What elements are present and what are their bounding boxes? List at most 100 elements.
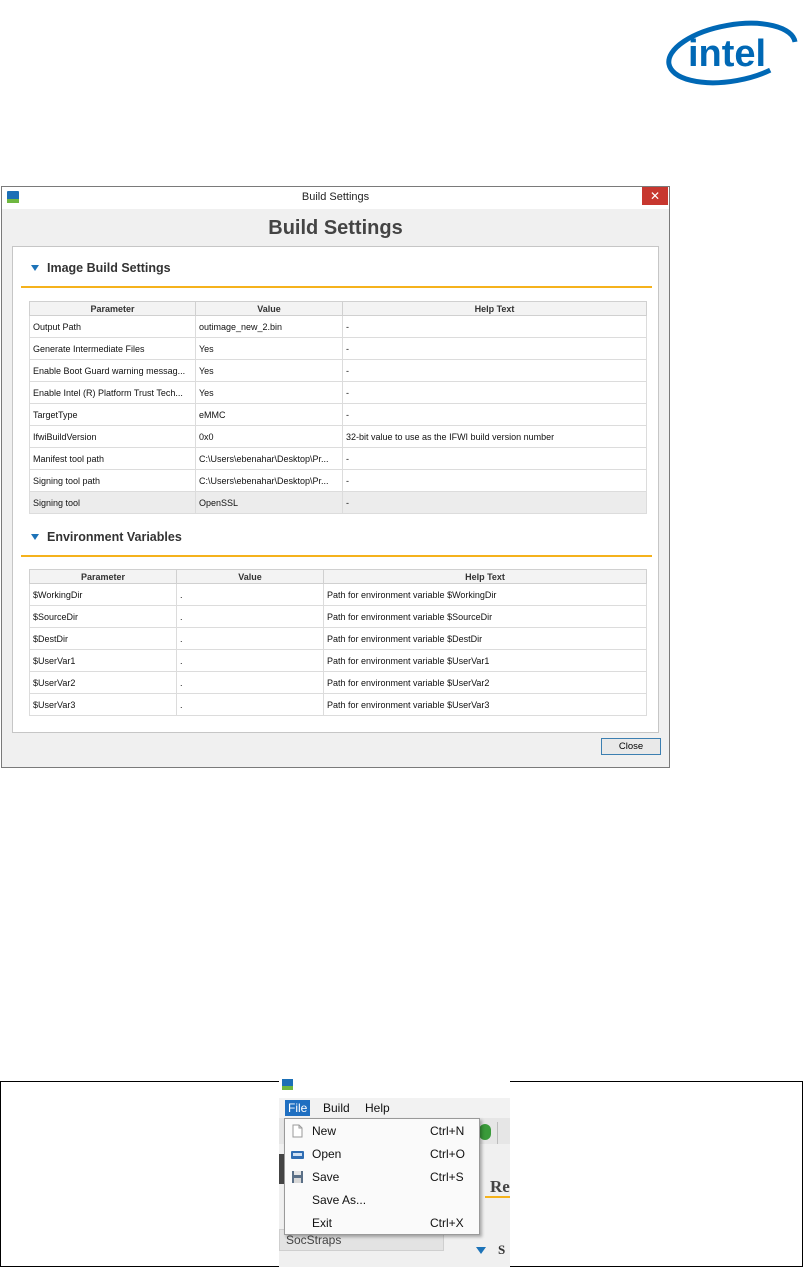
section-title: Environment Variables <box>47 530 182 544</box>
parameter-cell: Manifest tool path <box>29 447 196 470</box>
menu-item-shortcut: Ctrl+N <box>430 1124 465 1138</box>
table-header-row: Parameter Value Help Text <box>29 569 647 584</box>
column-header[interactable]: Parameter <box>29 301 196 316</box>
file-menu-screenshot: Re SocStraps S File Build Help New Ctrl+… <box>279 1074 510 1267</box>
section-divider <box>21 555 652 557</box>
parameter-cell: Signing tool path <box>29 469 196 492</box>
window-title: Build Settings <box>301 191 370 203</box>
image-build-settings-table: Parameter Value Help Text Output Path out… <box>29 301 647 514</box>
content-heading-fragment: Re <box>490 1177 510 1196</box>
parameter-cell: Signing tool <box>29 491 196 514</box>
menu-item-exit[interactable]: Exit Ctrl+X <box>285 1212 479 1234</box>
help-cell: Path for environment variable $WorkingDi… <box>323 583 647 606</box>
collapse-triangle-icon[interactable] <box>31 534 39 540</box>
help-cell: - <box>342 469 647 492</box>
help-cell: - <box>342 403 647 426</box>
column-header[interactable]: Parameter <box>29 569 177 584</box>
menu-help[interactable]: Help <box>362 1100 393 1116</box>
value-cell[interactable]: C:\Users\ebenahar\Desktop\Pr... <box>195 469 343 492</box>
new-document-icon <box>292 1124 303 1138</box>
table-row[interactable]: Enable Intel (R) Platform Trust Tech... Y… <box>29 381 647 404</box>
menu-item-shortcut: Ctrl+X <box>430 1216 464 1230</box>
dialog-heading: Build Settings <box>268 217 403 239</box>
parameter-cell: Enable Intel (R) Platform Trust Tech... <box>29 381 196 404</box>
menu-file[interactable]: File <box>285 1100 311 1116</box>
menu-item-save-as[interactable]: Save As... <box>285 1189 479 1211</box>
column-header[interactable]: Value <box>195 301 343 316</box>
table-row[interactable]: Enable Boot Guard warning messag... Yes - <box>29 359 647 382</box>
column-header[interactable]: Value <box>176 569 324 584</box>
value-cell[interactable]: . <box>176 671 324 694</box>
toolbar-separator <box>497 1122 498 1144</box>
floppy-disk-icon <box>292 1171 303 1183</box>
table-row[interactable]: Generate Intermediate Files Yes - <box>29 337 647 360</box>
table-row-selected[interactable]: Signing tool OpenSSL - <box>29 491 647 514</box>
parameter-cell: $SourceDir <box>29 605 177 628</box>
svg-text:intel: intel <box>688 33 766 75</box>
parameter-cell: TargetType <box>29 403 196 426</box>
app-title-bar <box>279 1074 510 1098</box>
table-row[interactable]: $WorkingDir. Path for environment variabl… <box>29 583 647 606</box>
menu-item-save[interactable]: Save Ctrl+S <box>285 1166 479 1188</box>
open-folder-icon <box>291 1151 304 1159</box>
menu-item-shortcut: Ctrl+S <box>430 1170 464 1184</box>
value-cell[interactable]: Yes <box>195 359 343 382</box>
help-cell: 32-bit value to use as the IFWI build ve… <box>342 425 647 448</box>
settings-panel: Image Build Settings Parameter Value Hel… <box>12 246 659 733</box>
table-row[interactable]: Output Path outimage_new_2.bin - <box>29 315 647 338</box>
parameter-cell: $WorkingDir <box>29 583 177 606</box>
menu-item-new[interactable]: New Ctrl+N <box>285 1120 479 1142</box>
window-close-button[interactable]: ✕ <box>642 187 668 205</box>
menu-item-label: Save <box>312 1170 340 1184</box>
menu-item-shortcut: Ctrl+O <box>430 1147 466 1161</box>
value-cell[interactable]: OpenSSL <box>195 491 343 514</box>
value-cell[interactable]: Yes <box>195 381 343 404</box>
parameter-cell: Output Path <box>29 315 196 338</box>
value-cell[interactable]: . <box>176 693 324 716</box>
column-header[interactable]: Help Text <box>323 569 647 584</box>
menu-item-label: Open <box>312 1147 342 1161</box>
table-row[interactable]: Signing tool path C:\Users\ebenahar\Deskt… <box>29 469 647 492</box>
menu-build[interactable]: Build <box>320 1100 353 1116</box>
value-cell[interactable]: . <box>176 627 324 650</box>
parameter-cell: $UserVar3 <box>29 693 177 716</box>
help-cell: - <box>342 491 647 514</box>
table-row[interactable]: $UserVar2. Path for environment variable … <box>29 671 647 694</box>
parameter-cell: $UserVar2 <box>29 671 177 694</box>
help-cell: - <box>342 447 647 470</box>
intel-logo: intel <box>666 20 798 86</box>
value-cell[interactable]: eMMC <box>195 403 343 426</box>
collapse-triangle-icon[interactable] <box>31 265 39 271</box>
help-cell: - <box>342 315 647 338</box>
menu-bar: File Build Help <box>279 1098 510 1118</box>
value-cell[interactable]: . <box>176 649 324 672</box>
collapse-triangle-icon[interactable] <box>476 1247 486 1254</box>
environment-variables-table: Parameter Value Help Text $WorkingDir. Pa… <box>29 569 647 716</box>
value-cell[interactable]: . <box>176 605 324 628</box>
value-cell[interactable]: . <box>176 583 324 606</box>
table-row[interactable]: TargetType eMMC - <box>29 403 647 426</box>
close-button[interactable]: Close <box>601 738 661 755</box>
parameter-cell: IfwiBuildVersion <box>29 425 196 448</box>
menu-item-open[interactable]: Open Ctrl+O <box>285 1143 479 1165</box>
build-run-icon[interactable] <box>479 1124 491 1140</box>
help-cell: - <box>342 359 647 382</box>
value-cell[interactable]: outimage_new_2.bin <box>195 315 343 338</box>
value-cell[interactable]: C:\Users\ebenahar\Desktop\Pr... <box>195 447 343 470</box>
table-row[interactable]: $DestDir. Path for environment variable $… <box>29 627 647 650</box>
table-row[interactable]: $SourceDir. Path for environment variable… <box>29 605 647 628</box>
app-icon <box>282 1079 293 1090</box>
table-row[interactable]: IfwiBuildVersion 0x0 32-bit value to use a… <box>29 425 647 448</box>
column-header[interactable]: Help Text <box>342 301 647 316</box>
section-title: Image Build Settings <box>47 261 171 275</box>
help-cell: Path for environment variable $UserVar3 <box>323 693 647 716</box>
help-cell: Path for environment variable $SourceDir <box>323 605 647 628</box>
parameter-cell: $UserVar1 <box>29 649 177 672</box>
parameter-cell: Enable Boot Guard warning messag... <box>29 359 196 382</box>
file-menu-dropdown: New Ctrl+N Open Ctrl+O Save Ctrl+S Save … <box>284 1118 480 1235</box>
value-cell[interactable]: 0x0 <box>195 425 343 448</box>
table-row[interactable]: $UserVar1. Path for environment variable … <box>29 649 647 672</box>
value-cell[interactable]: Yes <box>195 337 343 360</box>
table-row[interactable]: Manifest tool path C:\Users\ebenahar\Desk… <box>29 447 647 470</box>
table-row[interactable]: $UserVar3. Path for environment variable … <box>29 693 647 716</box>
